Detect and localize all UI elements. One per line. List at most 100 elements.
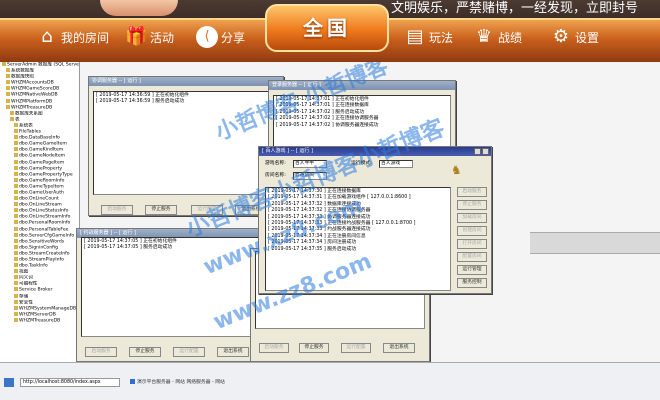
folder-icon — [14, 275, 18, 280]
tree-item-label: 系统表 — [19, 123, 33, 129]
share-button[interactable]: ⟨ 分享 — [196, 20, 245, 54]
side-button-load-room[interactable]: 加载房间 — [457, 213, 487, 223]
folder-icon — [14, 177, 18, 182]
close-button[interactable] — [482, 148, 489, 155]
side-button-start[interactable]: 启动服务 — [457, 187, 487, 197]
side-button-service-control[interactable]: 服务控制 — [457, 278, 487, 288]
folder-icon — [14, 189, 18, 194]
folder-icon — [14, 153, 18, 158]
document-icon: ▤ — [406, 26, 424, 47]
folder-icon — [6, 74, 10, 79]
tree-item-label: dbo.GameKindItem — [19, 147, 64, 153]
folder-icon — [14, 311, 18, 316]
gift-icon: 🎁 — [125, 26, 148, 47]
folder-icon — [14, 226, 18, 231]
tree-item-label: WHZMGameScoreDB — [11, 86, 60, 92]
taskbar-tabs-label: 演示平台服务器 - 网站 网络服务器 - 网站 — [137, 380, 225, 385]
records-button[interactable]: ♛ 战绩 — [473, 20, 522, 54]
start-service-button[interactable]: 启动服务 — [85, 347, 117, 357]
tree-item-label: dbo.ServerCfgGameInfo — [19, 233, 75, 239]
tree-item-label: dbo.GameNodeItem — [19, 153, 66, 159]
folder-icon — [6, 68, 10, 73]
stop-service-button[interactable]: 停止服务 — [129, 347, 161, 357]
side-button-config-room[interactable]: 配置房间 — [457, 252, 487, 262]
tree-item-label: dbo.GameRoomInfo — [19, 178, 65, 184]
my-room-label: 我的房间 — [61, 30, 110, 45]
folder-icon — [14, 238, 18, 243]
my-room-button[interactable]: ⌂ 我的房间 — [36, 20, 109, 54]
records-label: 战绩 — [498, 30, 523, 45]
game-lobby-header: 文明娱乐，严禁赌博，一经发现，立即封号 ⌂ 我的房间 🎁 活动 ⟨ 分享 全国 … — [0, 0, 660, 62]
window-controls — [474, 148, 489, 155]
minimize-button[interactable] — [474, 148, 481, 155]
tree-item-label: WHZMPlatformDB — [11, 99, 53, 105]
folder-icon — [14, 122, 18, 127]
tree-item-label: FileTables — [19, 129, 41, 135]
run-config-button[interactable]: 运行配置 — [341, 343, 371, 353]
folder-icon — [6, 80, 10, 85]
folder-icon — [6, 104, 10, 109]
trophy-icon: ♛ — [475, 26, 493, 47]
nationwide-button[interactable]: 全国 — [265, 4, 389, 52]
folder-icon — [14, 299, 18, 304]
settings-label: 设置 — [575, 30, 600, 45]
start-service-button[interactable]: 启动服务 — [259, 343, 289, 353]
folder-icon — [14, 147, 18, 152]
side-button-create-room[interactable]: 创建房间 — [457, 226, 487, 236]
folder-icon — [14, 305, 18, 310]
tree-item-label: 可编程性 — [19, 281, 38, 287]
share-label: 分享 — [221, 30, 246, 45]
folder-icon — [6, 92, 10, 97]
folder-icon — [10, 116, 14, 121]
folder-icon — [14, 202, 18, 207]
folder-icon — [14, 171, 18, 176]
browser-icon[interactable] — [4, 378, 14, 387]
folder-icon — [14, 135, 18, 140]
folder-icon — [14, 129, 18, 134]
tree-item-label: dbo.GameTypeItem — [19, 184, 64, 190]
tree-item-label: dbo.PersonalTableFee — [19, 227, 69, 233]
tree-item-label: WHZMServerDB — [19, 312, 56, 318]
gear-icon: ⚙ — [552, 26, 570, 47]
tree-item-label: dbo.OnLineCount — [19, 196, 59, 202]
settings-button[interactable]: ⚙ 设置 — [550, 20, 599, 54]
share-icon: ⟨ — [196, 26, 218, 48]
tree-item-label: 同义词 — [19, 275, 33, 281]
object-explorer-tree[interactable]: ServerAdmin 数据库 (SQL Server 12 ...系统数据库数… — [0, 62, 80, 362]
start-service-button[interactable]: 启动服务 — [101, 205, 133, 215]
side-button-stop[interactable]: 停止服务 — [457, 200, 487, 210]
tree-item[interactable]: WHZMTreasureDB — [0, 317, 79, 324]
folder-icon — [14, 281, 18, 286]
taskbar: http://localhost:8080/index.aspx 演示平台服务器… — [0, 362, 660, 400]
tree-item-label: 数据库快照 — [11, 74, 34, 80]
tree-item-label: dbo.GamePropertyType — [19, 172, 73, 178]
tree-item-label: WHZMAccountsDB — [11, 80, 54, 86]
side-button-open-room[interactable]: 打开房间 — [457, 239, 487, 249]
folder-icon — [14, 196, 18, 201]
run-config-button[interactable]: 运行配置 — [173, 347, 205, 357]
tree-item-label: dbo.GameGameItem — [19, 141, 67, 147]
tree-item-label: Service Broker — [19, 287, 53, 293]
stop-service-button[interactable]: 停止服务 — [299, 343, 329, 353]
tree-item-label: 视图 — [19, 269, 29, 275]
tree-item-label: 存储 — [19, 294, 29, 300]
tree-item-label: dbo.GamePageItem — [19, 160, 65, 165]
side-button-run-manage[interactable]: 运行管理 — [457, 265, 487, 275]
taskbar-tabs[interactable]: 演示平台服务器 - 网站 网络服务器 - 网站 — [130, 378, 225, 387]
background-window-strip — [530, 232, 660, 254]
exit-system-button[interactable]: 退出系统 — [217, 347, 249, 357]
rules-button[interactable]: ▤ 玩法 — [404, 20, 453, 54]
exit-system-button[interactable]: 退出系统 — [383, 343, 415, 353]
tree-item-label: WHZMTreasureDB — [11, 105, 53, 111]
tree-item-label: 表 — [15, 117, 20, 123]
folder-icon — [14, 141, 18, 146]
folder-icon — [14, 165, 18, 170]
address-bar[interactable]: http://localhost:8080/index.aspx — [20, 378, 120, 387]
activity-button[interactable]: 🎁 活动 — [125, 20, 174, 54]
stop-service-button[interactable]: 停止服务 — [145, 205, 177, 215]
tree-item-label: WHZMNativeWebDB — [11, 92, 58, 98]
tree-item-label: dbo.OnLineStream — [19, 202, 62, 208]
tree-item-label: 数据库关系图 — [15, 111, 43, 117]
folder-icon — [14, 232, 18, 237]
folder-icon — [6, 86, 10, 91]
